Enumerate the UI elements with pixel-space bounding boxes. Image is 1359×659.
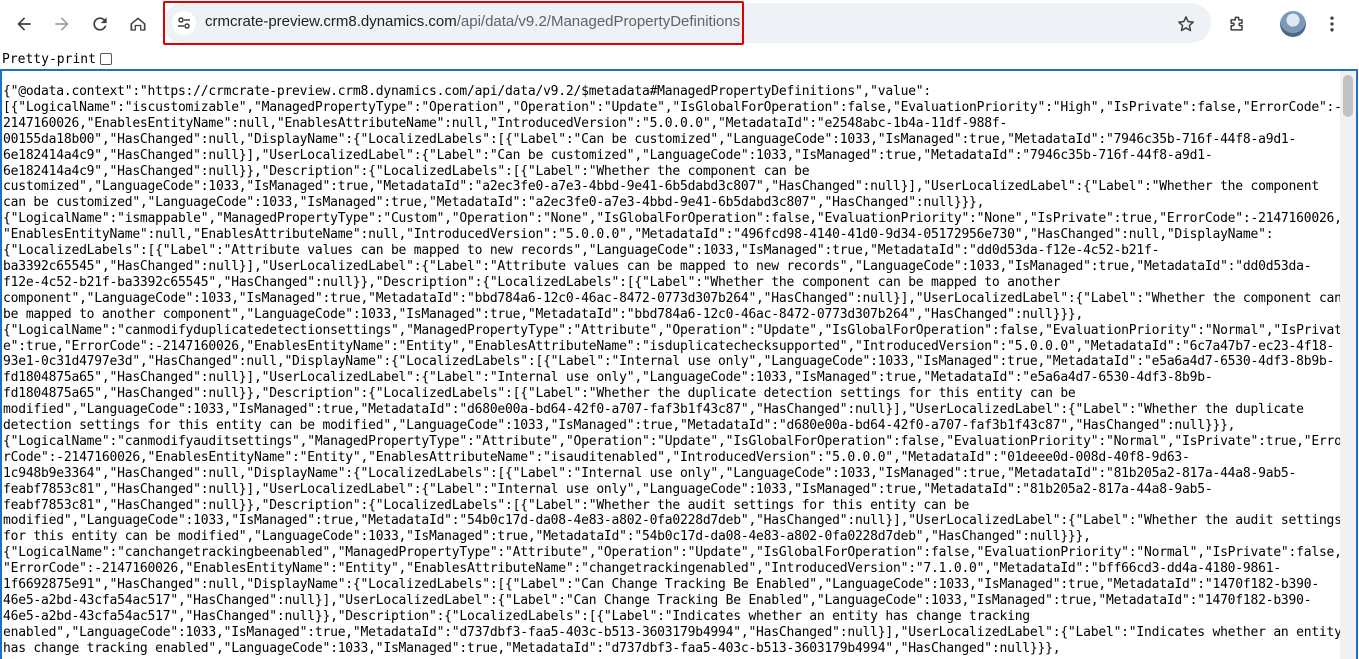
json-line: "ErrorCode":-2147160026,"EnablesEntityNa… — [3, 561, 1281, 577]
reload-icon — [93, 17, 107, 31]
avatar-icon[interactable] — [1280, 11, 1306, 37]
json-line: {"@odata.context":"https://crmcrate-prev… — [3, 84, 932, 99]
json-line: {"LogicalName":"canchangetrackingbeenabl… — [3, 545, 1342, 561]
json-line: 93e1-0c31d4797e3d","HasChanged":null,"Di… — [3, 354, 1335, 370]
json-line: component","LanguageCode":1033,"IsManage… — [3, 290, 1342, 306]
scrollbar-thumb[interactable] — [1343, 75, 1353, 117]
back-button[interactable] — [8, 8, 40, 40]
json-line: be mapped to another component","Languag… — [3, 306, 1084, 322]
url-path: /api/data/v9.2/ManagedPropertyDefinition… — [456, 13, 741, 30]
json-text: {"@odata.context":"https://crmcrate-prev… — [3, 84, 1342, 657]
json-line: fd1804875a65","HasChanged":null}},"Descr… — [3, 386, 1076, 402]
pretty-print-row: Pretty-print — [2, 50, 112, 68]
json-line: ba3392c65545","HasChanged":null}],"UserL… — [3, 258, 1312, 274]
vertical-scrollbar[interactable] — [1340, 71, 1356, 659]
json-line: 1f6692875e91","HasChanged":null,"Display… — [3, 577, 1319, 593]
tune-icon — [178, 17, 190, 29]
home-icon — [130, 17, 146, 31]
json-line: modified","LanguageCode":1033,"IsManaged… — [3, 513, 1342, 529]
pretty-print-checkbox[interactable] — [99, 53, 112, 65]
json-line: can be customized","LanguageCode":1033,"… — [3, 195, 985, 211]
json-line: {"LogicalName":"ismappable","ManagedProp… — [3, 211, 1342, 227]
json-line: rCode":-2147160026,"EnablesEntityName":"… — [3, 449, 1190, 465]
reload-button[interactable] — [84, 8, 116, 40]
extensions-button[interactable] — [1221, 8, 1253, 40]
json-line: feabf7853c81","HasChanged":null}],"UserL… — [3, 481, 1213, 497]
browser-menu-button[interactable] — [1316, 8, 1348, 40]
json-line: 1c948b9e3364","HasChanged":null,"Display… — [3, 465, 1297, 481]
json-line: detection settings for this entity can b… — [3, 418, 1236, 434]
browser-toolbar: crmcrate-preview.crm8.dynamics.com/api/d… — [0, 0, 1359, 48]
json-line: "EnablesEntityName":null,"EnablesAttribu… — [3, 227, 1274, 243]
json-line: for this entity can be modified","Langua… — [3, 529, 1091, 545]
home-button[interactable] — [122, 8, 154, 40]
json-line: [{"LogicalName":"iscustomizable","Manage… — [3, 99, 1342, 115]
json-line: 46e5-a2bd-43cfa54ac517","HasChanged":nul… — [3, 608, 1030, 624]
json-line: 6e182414a4c9","HasChanged":null}],"UserL… — [3, 147, 1213, 163]
json-line: 2147160026,"EnablesEntityName":null,"Ena… — [3, 115, 1008, 131]
json-line: 00155da18b00","HasChanged":null,"Display… — [3, 131, 1297, 147]
forward-button[interactable] — [46, 8, 78, 40]
json-line: 6e182414a4c9","HasChanged":null}},"Descr… — [3, 163, 810, 179]
url-host: crmcrate-preview.crm8.dynamics.com — [205, 13, 457, 30]
json-line: 46e5-a2bd-43cfa54ac517","HasChanged":nul… — [3, 593, 1312, 608]
json-line: f12e-4c52-b21f-ba3392c65545","HasChanged… — [3, 274, 1061, 290]
back-arrow-icon — [17, 17, 31, 31]
json-line: enabled","LanguageCode":1033,"IsManaged"… — [3, 624, 1342, 640]
puzzle-icon — [1230, 16, 1243, 31]
json-line: {"LogicalName":"canmodifyauditsettings",… — [3, 433, 1342, 449]
pretty-print-label: Pretty-print — [2, 51, 96, 67]
json-line: feabf7853c81","HasChanged":null}},"Descr… — [3, 497, 970, 513]
json-line: e":true,"ErrorCode":-2147160026,"Enables… — [3, 338, 1335, 354]
kebab-menu-icon — [1330, 16, 1334, 32]
json-line: modified","LanguageCode":1033,"IsManaged… — [3, 402, 1304, 418]
forward-arrow-icon — [55, 17, 69, 31]
json-line: customized","LanguageCode":1033,"IsManag… — [3, 179, 1319, 195]
json-line: fd1804875a65","HasChanged":null}],"UserL… — [3, 370, 1213, 386]
json-line: has change tracking enabled","LanguageCo… — [3, 640, 1061, 656]
json-line: {"LogicalName":"canmodifyduplicatedetect… — [3, 322, 1342, 338]
site-info-button[interactable] — [172, 11, 196, 35]
json-line: {"LocalizedLabels":[{"Label":"Attribute … — [3, 243, 1160, 259]
json-response-pane: {"@odata.context":"https://crmcrate-prev… — [0, 69, 1358, 659]
bookmark-button[interactable] — [1170, 8, 1202, 40]
star-icon — [1178, 16, 1194, 32]
url-text[interactable]: crmcrate-preview.crm8.dynamics.com/api/d… — [205, 13, 740, 30]
